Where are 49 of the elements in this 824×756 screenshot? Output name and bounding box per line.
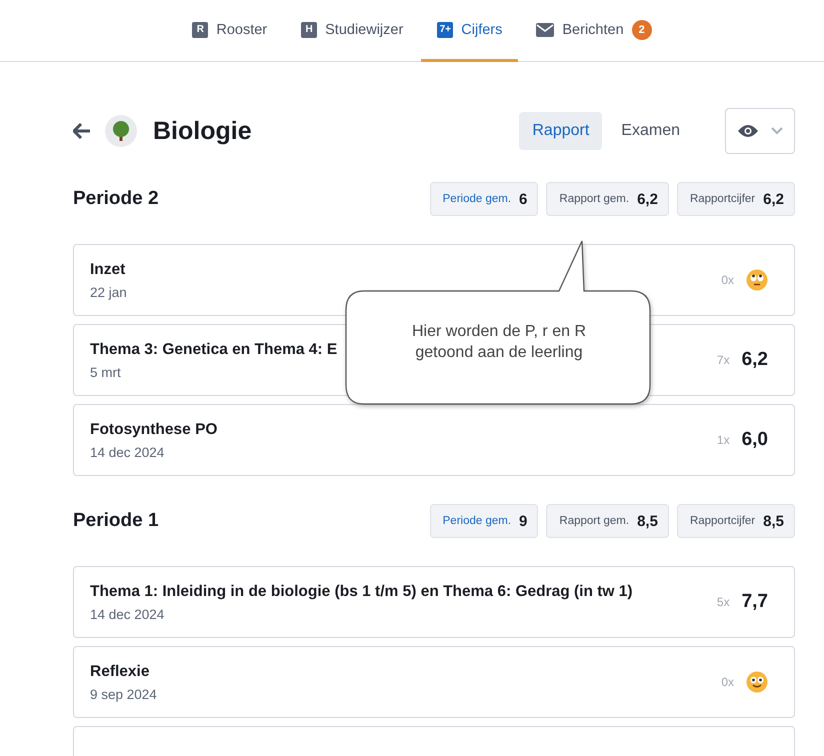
grade-value: 6,2 (742, 349, 768, 371)
unread-count-badge: 2 (632, 20, 652, 40)
visibility-dropdown[interactable] (725, 108, 795, 154)
weight-label: 5x (716, 595, 730, 609)
grade-value: 6,0 (742, 429, 768, 451)
envelope-icon (536, 22, 554, 36)
tree-icon (105, 115, 137, 147)
nav-tab[interactable]: H Studiewijzer (285, 0, 420, 62)
assignment-title: Thema 3: Genetica en Thema 4: E (90, 340, 338, 358)
assignment-date: 22 jan (90, 284, 127, 300)
assignment-date: 14 dec 2024 (90, 606, 164, 622)
assignment-date: 9 sep 2024 (90, 686, 157, 702)
period-title: Periode 1 (73, 510, 160, 532)
weight-label: 0x (721, 273, 734, 287)
nav-tab[interactable]: Berichten 2 (520, 0, 668, 62)
grade-value: 7,7 (742, 591, 768, 613)
average-chip: Rapport gem. 6,2 (546, 182, 669, 216)
tab-icon: 7+ (437, 22, 454, 38)
tab-icon: R (192, 22, 208, 38)
nav-tab[interactable]: 7+ Cijfers (421, 0, 518, 62)
grade-card[interactable]: Fotosynthese PO 14 dec 2024 1x 6,0 (73, 404, 795, 476)
assignment-title: Inzet (90, 260, 126, 278)
weight-label: 0x (721, 675, 734, 689)
assignment-title: Fotosynthese PO (90, 420, 218, 438)
average-chip: Rapport gem. 8,5 (546, 504, 669, 538)
nav-tab[interactable]: R Rooster (176, 0, 284, 62)
average-chip: Rapportcijfer 6,2 (676, 182, 795, 216)
assignment-title: Thema 1: Inleiding in de biologie (bs 1 t/m 5) en Thema 6: Gedrag (in tw 1) (90, 582, 633, 600)
tab-icon: H (301, 22, 318, 38)
assignment-date: 5 mrt (90, 364, 121, 380)
back-arrow-icon[interactable] (73, 123, 91, 139)
subject-title: Biologie (153, 116, 252, 146)
assignment-title: Reflexie (90, 662, 150, 680)
grade-card[interactable]: Thema 1: Inleiding in de biologie (bs 1 t/m 5) en Thema 6: Gedrag (in tw 1) 14 dec 2024 5x 7,7 (73, 566, 795, 638)
assignment-date: 14 dec 2024 (90, 444, 164, 460)
average-chip: Rapportcijfer 8,5 (676, 504, 795, 538)
emoji-icon (746, 269, 768, 291)
weight-label: 1x (716, 433, 730, 447)
grade-card[interactable]: Reflexie 9 sep 2024 0x (73, 646, 795, 718)
average-chip: Periode gem. 6 (430, 182, 538, 216)
weight-label: 7x (716, 353, 730, 367)
view-toggle[interactable]: Examen (608, 112, 693, 150)
chevron-down-icon (771, 127, 783, 135)
average-chip: Periode gem. 9 (430, 504, 538, 538)
view-toggle[interactable]: Rapport (519, 112, 602, 150)
callout-text: Hier worden de P, r en R getoond aan de leerling (410, 322, 587, 363)
period-title: Periode 2 (73, 188, 160, 210)
eye-icon (737, 124, 759, 138)
emoji-icon (746, 671, 768, 693)
